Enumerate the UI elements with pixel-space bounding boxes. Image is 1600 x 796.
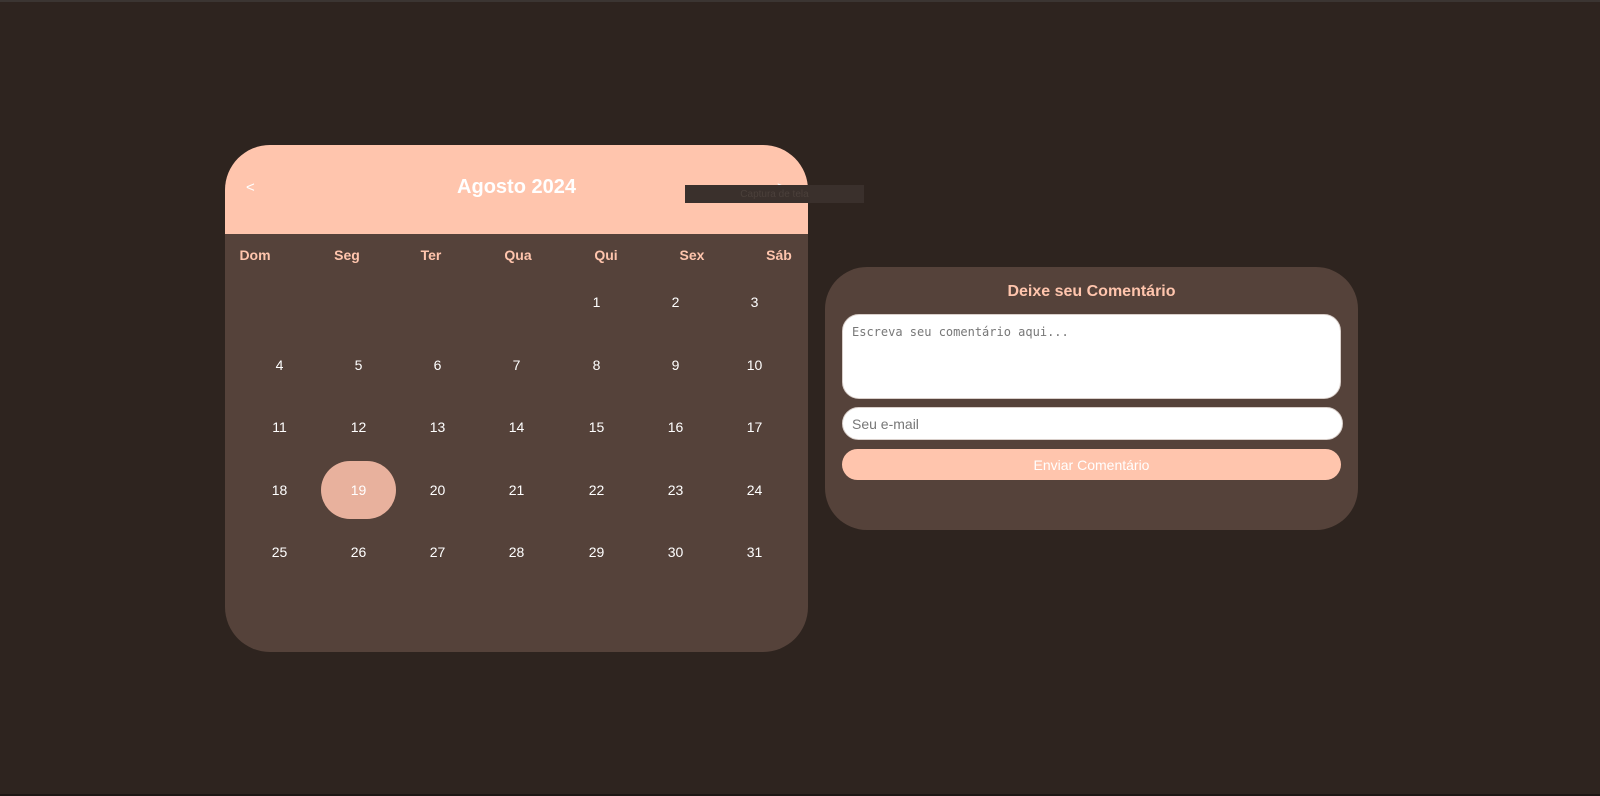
- calendar-day[interactable]: 5: [321, 336, 396, 394]
- calendar-day[interactable]: 28: [479, 523, 554, 581]
- calendar-day[interactable]: 23: [638, 461, 713, 519]
- calendar-day[interactable]: 6: [400, 336, 475, 394]
- calendar-day[interactable]: 3: [717, 273, 792, 331]
- calendar-day[interactable]: 14: [479, 398, 554, 456]
- calendar-day[interactable]: 22: [559, 461, 634, 519]
- calendar-day[interactable]: 4: [242, 336, 317, 394]
- calendar-day[interactable]: 30: [638, 523, 713, 581]
- calendar-day[interactable]: 27: [400, 523, 475, 581]
- email-input[interactable]: [842, 407, 1343, 440]
- calendar-day-grid: 1 2 3 4 5 6 7 8 9 10 11 12 13 14 15 16 17 18 19 20 21 22 23 24 2…: [225, 145, 808, 652]
- calendar-day[interactable]: 9: [638, 336, 713, 394]
- calendar-day[interactable]: 26: [321, 523, 396, 581]
- calendar: < Agosto 2024 > Dom Seg Ter Qua Qui Sex …: [225, 145, 808, 652]
- calendar-day[interactable]: 13: [400, 398, 475, 456]
- calendar-day[interactable]: 12: [321, 398, 396, 456]
- calendar-day[interactable]: 11: [242, 398, 317, 456]
- calendar-day[interactable]: 24: [717, 461, 792, 519]
- calendar-day[interactable]: 25: [242, 523, 317, 581]
- calendar-day[interactable]: 20: [400, 461, 475, 519]
- calendar-day[interactable]: 10: [717, 336, 792, 394]
- submit-comment-button[interactable]: Enviar Comentário: [842, 449, 1341, 480]
- calendar-day[interactable]: 18: [242, 461, 317, 519]
- calendar-day[interactable]: 21: [479, 461, 554, 519]
- calendar-day[interactable]: 29: [559, 523, 634, 581]
- calendar-day[interactable]: 8: [559, 336, 634, 394]
- calendar-day[interactable]: 7: [479, 336, 554, 394]
- comment-panel: Deixe seu Comentário Enviar Comentário: [825, 267, 1358, 530]
- calendar-day[interactable]: 2: [638, 273, 713, 331]
- calendar-day-selected[interactable]: 19: [321, 461, 396, 519]
- comment-textarea[interactable]: [842, 314, 1341, 399]
- calendar-day[interactable]: 16: [638, 398, 713, 456]
- window-top-border: [0, 0, 1600, 2]
- screen-capture-tooltip: Captura de tela: [685, 185, 864, 203]
- comment-title: Deixe seu Comentário: [1007, 283, 1176, 300]
- calendar-day[interactable]: 31: [717, 523, 792, 581]
- calendar-day[interactable]: 1: [559, 273, 634, 331]
- calendar-day[interactable]: 15: [559, 398, 634, 456]
- calendar-day[interactable]: 17: [717, 398, 792, 456]
